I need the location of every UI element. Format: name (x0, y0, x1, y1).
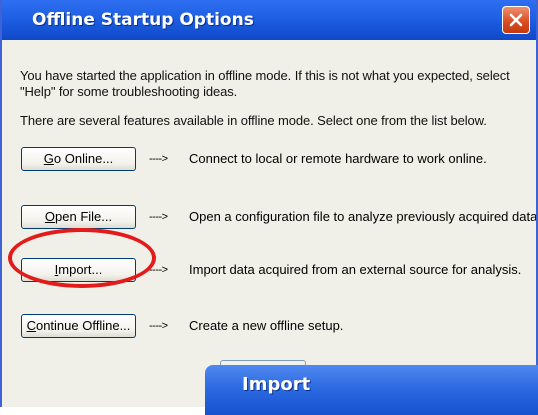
intro-message: You have started the application in offl… (20, 68, 510, 99)
continue-offline-arrow: ----> (149, 320, 168, 332)
continue-offline-label: ontinue Offline... (35, 318, 131, 333)
go-online-button[interactable]: Go Online... (21, 147, 136, 171)
import-button[interactable]: Import... (21, 258, 136, 282)
import-description: Import data acquired from an external so… (189, 262, 522, 277)
go-online-description: Connect to local or remote hardware to w… (189, 151, 487, 166)
go-online-label: o Online... (53, 151, 114, 166)
window-title: Offline Startup Options (32, 10, 254, 30)
offline-startup-dialog: Offline Startup Options You have started… (0, 0, 538, 407)
import-window-titlebar[interactable]: Import (205, 365, 538, 415)
open-file-label: pen File... (55, 209, 113, 224)
continue-offline-hotkey: C (26, 318, 36, 333)
close-icon (509, 13, 523, 27)
go-online-hotkey: G (43, 151, 54, 166)
open-file-button[interactable]: Open File... (21, 205, 136, 229)
import-label: mport... (58, 262, 103, 277)
open-file-hotkey: O (44, 209, 56, 224)
close-button[interactable] (502, 6, 530, 34)
continue-offline-button[interactable]: Continue Offline... (21, 314, 136, 338)
open-file-description: Open a configuration file to analyze pre… (189, 209, 538, 224)
import-window-title: Import (242, 374, 311, 395)
go-online-arrow: ----> (149, 153, 168, 165)
title-bar[interactable]: Offline Startup Options (2, 0, 536, 40)
open-file-arrow: ----> (149, 211, 168, 223)
features-message: There are several features available in … (20, 113, 487, 128)
dialog-content: You have started the application in offl… (2, 40, 536, 407)
import-arrow: ----> (149, 264, 168, 276)
continue-offline-description: Create a new offline setup. (189, 318, 344, 333)
